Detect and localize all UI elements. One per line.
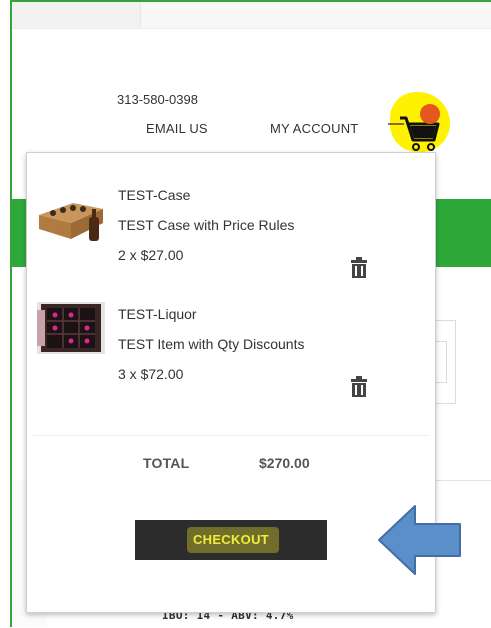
mini-cart-dropdown: TEST-Case TEST Case with Price Rules 2 x… bbox=[26, 152, 436, 613]
case-thumbnail bbox=[37, 193, 105, 245]
top-strip-tab bbox=[12, 2, 141, 28]
email-us-link[interactable]: EMAIL US bbox=[146, 121, 208, 136]
total-label: TOTAL bbox=[143, 455, 190, 471]
my-account-link[interactable]: MY ACCOUNT bbox=[270, 121, 358, 136]
cart-item-price: 3 x $72.00 bbox=[118, 366, 184, 382]
cart-item-description: TEST Case with Price Rules bbox=[118, 217, 295, 233]
cart-button[interactable] bbox=[386, 92, 458, 154]
trash-icon bbox=[351, 257, 367, 278]
total-divider bbox=[33, 435, 429, 436]
cart-item-name[interactable]: TEST-Liquor bbox=[118, 306, 197, 322]
cart-count-badge bbox=[420, 104, 440, 124]
remove-item-button[interactable] bbox=[349, 257, 369, 279]
cart-item: TEST-Liquor TEST Item with Qty Discounts… bbox=[27, 294, 435, 412]
cart-item-price: 2 x $27.00 bbox=[118, 247, 184, 263]
top-strip bbox=[12, 2, 491, 29]
shopping-cart-icon bbox=[388, 116, 440, 151]
total-value: $270.00 bbox=[259, 455, 310, 471]
left-pointing-arrow-icon bbox=[378, 505, 461, 575]
cart-item: TEST-Case TEST Case with Price Rules 2 x… bbox=[27, 175, 435, 293]
liquor-thumbnail bbox=[37, 302, 105, 354]
phone-number: 313-580-0398 bbox=[117, 92, 198, 107]
checkout-label: CHECKOUT bbox=[192, 532, 270, 547]
checkout-button[interactable]: CHECKOUT bbox=[135, 520, 327, 560]
remove-item-button[interactable] bbox=[349, 376, 369, 398]
cart-item-name[interactable]: TEST-Case bbox=[118, 187, 190, 203]
trash-icon bbox=[351, 376, 367, 397]
cart-item-description: TEST Item with Qty Discounts bbox=[118, 336, 305, 352]
